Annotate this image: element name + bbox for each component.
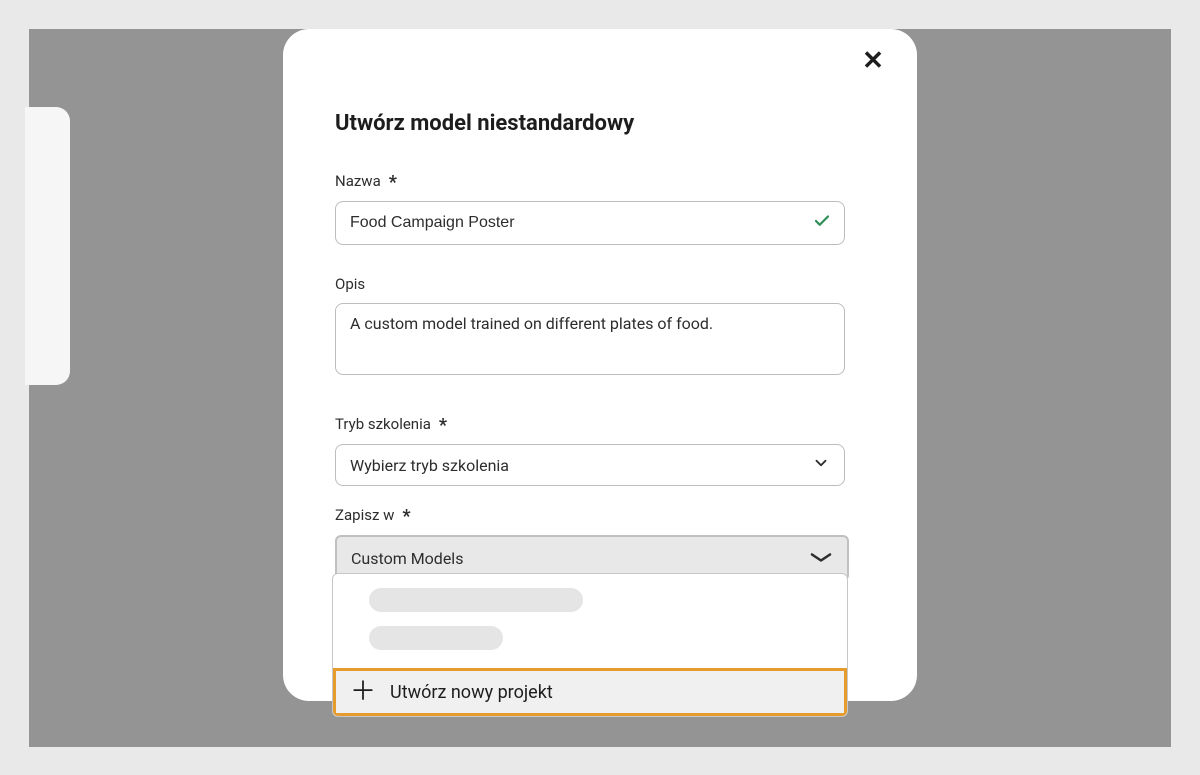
name-field-group: Nazwa * <box>335 170 865 245</box>
training-mode-label: Tryb szkolenia * <box>335 413 865 434</box>
name-label: Nazwa * <box>335 170 865 191</box>
name-label-text: Nazwa <box>335 172 381 190</box>
save-in-label-text: Zapisz w <box>335 506 394 524</box>
close-icon: ✕ <box>862 46 884 76</box>
training-mode-field-group: Tryb szkolenia * Wybierz tryb szkolenia <box>335 413 865 486</box>
create-new-project-label: Utwórz nowy projekt <box>390 682 553 703</box>
training-mode-select[interactable]: Wybierz tryb szkolenia <box>335 444 845 486</box>
dropdown-options-loading <box>333 574 847 668</box>
required-indicator: * <box>402 506 410 527</box>
description-field-group: Opis <box>335 275 865 379</box>
required-indicator: * <box>389 172 397 193</box>
save-in-selected: Custom Models <box>351 549 463 568</box>
modal-title: Utwórz model niestandardowy <box>335 111 865 136</box>
name-input[interactable] <box>335 201 845 245</box>
chevron-down-icon <box>812 454 830 476</box>
checkmark-icon <box>813 212 831 234</box>
create-new-project-option[interactable]: ＋ Utwórz nowy projekt <box>333 668 847 716</box>
save-in-dropdown-panel: ＋ Utwórz nowy projekt <box>332 573 848 717</box>
save-in-label: Zapisz w * <box>335 504 865 525</box>
training-mode-label-text: Tryb szkolenia <box>335 415 431 433</box>
skeleton-line <box>369 588 583 612</box>
training-mode-placeholder: Wybierz tryb szkolenia <box>350 456 509 475</box>
description-label-text: Opis <box>335 275 365 293</box>
save-in-field-group: Zapisz w * Custom Models <box>335 504 865 581</box>
background-panel-hint <box>25 107 70 385</box>
plus-icon: ＋ <box>350 679 376 705</box>
create-custom-model-modal: ✕ Utwórz model niestandardowy Nazwa * Op… <box>283 29 917 701</box>
page-overlay-backdrop: ✕ Utwórz model niestandardowy Nazwa * Op… <box>29 29 1171 747</box>
required-indicator: * <box>439 415 447 436</box>
skeleton-line <box>369 626 503 650</box>
name-input-wrap <box>335 201 845 245</box>
chevron-down-icon <box>809 549 833 568</box>
description-label: Opis <box>335 275 865 293</box>
description-input[interactable] <box>335 303 845 375</box>
close-button[interactable]: ✕ <box>859 47 887 75</box>
